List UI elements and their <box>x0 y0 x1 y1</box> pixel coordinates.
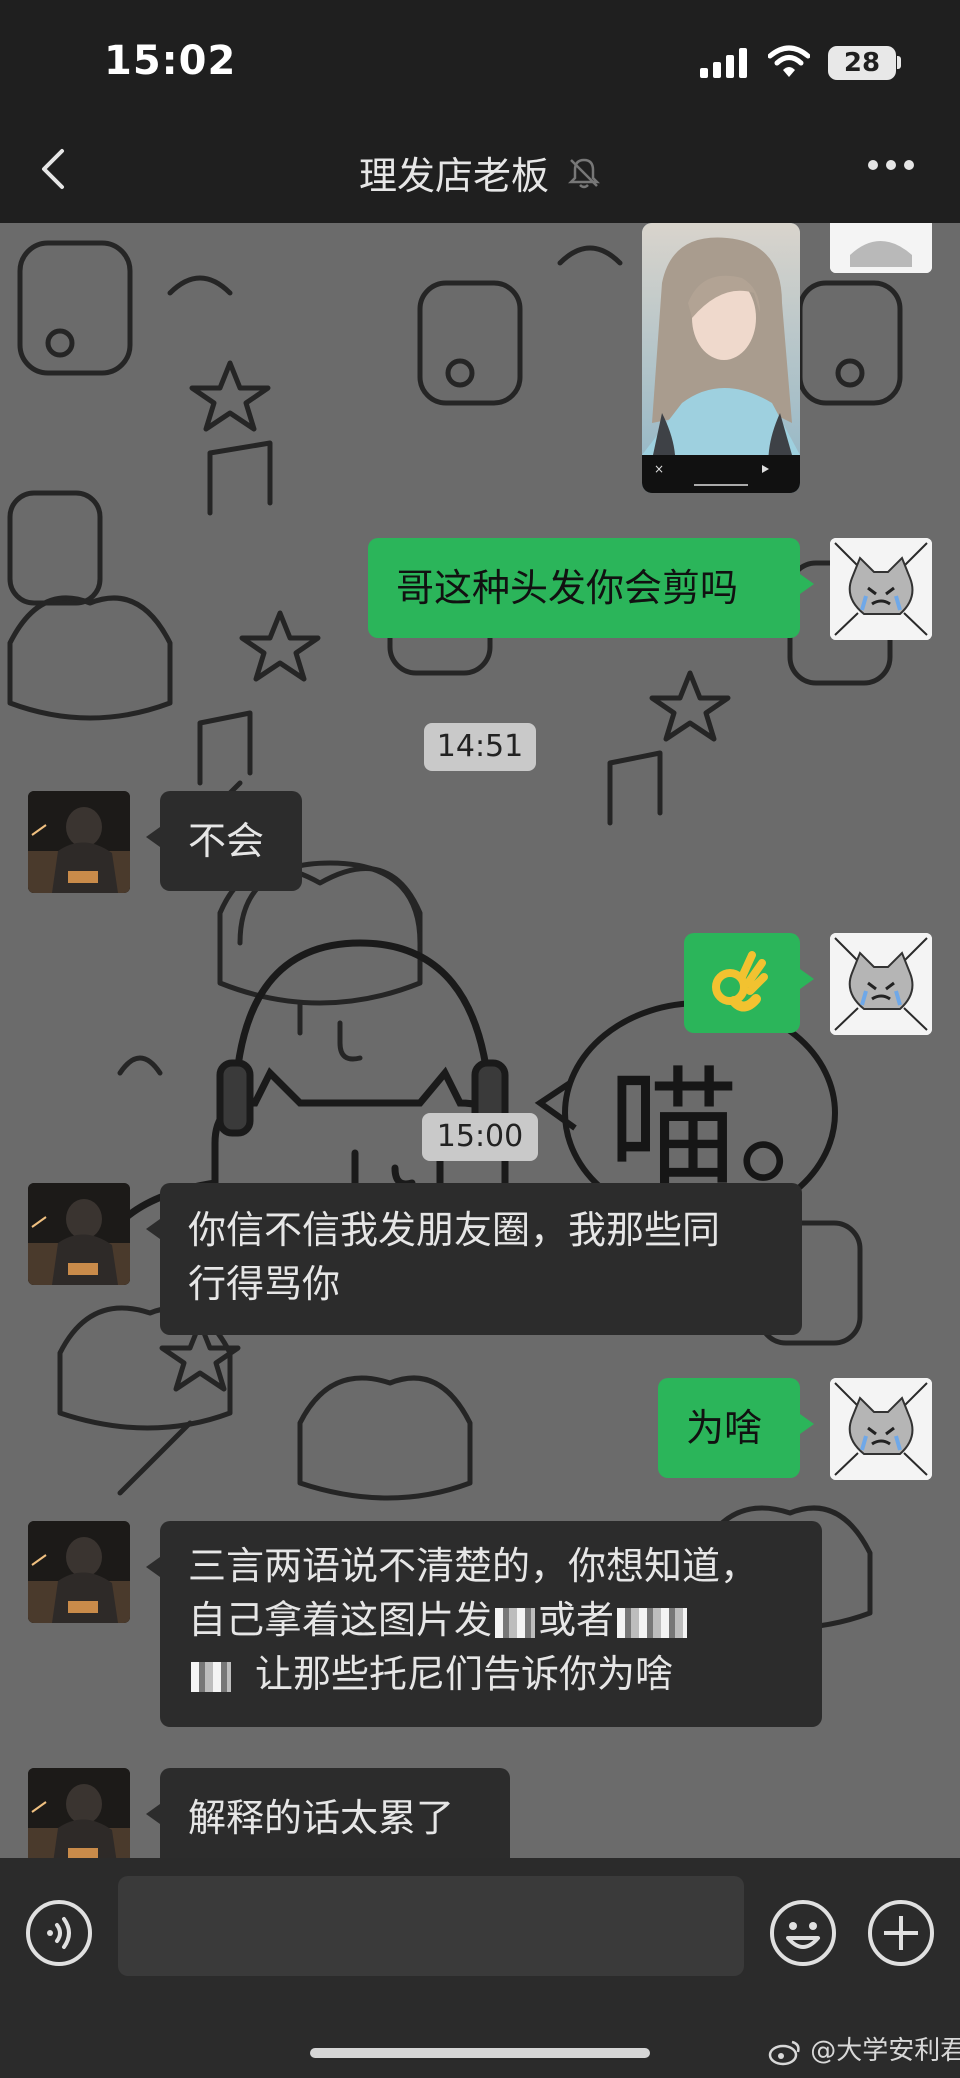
message-text: 解释的话太累了 <box>188 1796 455 1840</box>
redacted-text <box>617 1607 688 1638</box>
redacted-text <box>495 1607 536 1638</box>
self-avatar[interactable] <box>830 933 932 1035</box>
chat-header: 理发店老板 <box>0 115 960 223</box>
contact-photo <box>28 791 130 893</box>
message-text: 让那些托尼们告诉你为啥 <box>255 1652 674 1696</box>
message-text: 为啥 <box>686 1406 763 1450</box>
cat-avatar-icon <box>830 538 932 640</box>
self-avatar[interactable] <box>830 223 932 273</box>
message-timestamp: 14:51 <box>424 723 536 771</box>
weibo-logo-icon <box>768 2040 800 2065</box>
contact-avatar[interactable] <box>28 791 130 893</box>
bell-muted-icon <box>568 158 601 188</box>
message-text: 或者 <box>538 1598 615 1642</box>
wifi-icon <box>768 45 810 77</box>
redacted-text <box>191 1661 231 1692</box>
contact-avatar[interactable] <box>28 1183 130 1285</box>
message-input[interactable] <box>118 1876 744 1976</box>
video-thumbnail: × <box>642 223 800 493</box>
watermark-text: @大学安利君 <box>810 2036 960 2066</box>
status-bar: 15:02 28 <box>0 0 960 115</box>
chat-title[interactable]: 理发店老板 <box>0 145 960 200</box>
home-indicator[interactable] <box>310 2048 650 2058</box>
cat-avatar-icon <box>830 1378 932 1480</box>
battery-tip <box>897 56 901 69</box>
svg-text:×: × <box>654 462 664 476</box>
input-bar: @大学安利君 <box>0 1858 960 2078</box>
message-bubble-in[interactable]: 你信不信我发朋友圈，我那些同 行得骂你 <box>146 1183 802 1335</box>
message-text: 不会 <box>188 819 265 863</box>
contact-photo <box>28 1183 130 1285</box>
cat-avatar-icon <box>830 933 932 1035</box>
status-time: 15:02 <box>104 38 237 84</box>
voice-icon[interactable] <box>24 1898 94 1968</box>
meow-text: 喵。 <box>608 1052 868 1204</box>
plus-icon[interactable] <box>866 1898 936 1968</box>
watermark: @大学安利君 <box>768 2030 960 2067</box>
contact-photo <box>28 1768 130 1858</box>
contact-avatar[interactable] <box>28 1521 130 1623</box>
emoji-icon[interactable] <box>768 1898 838 1968</box>
message-bubble-in[interactable]: 解释的话太累了 <box>146 1768 510 1858</box>
message-line: 自己拿着这图片发 或者 <box>188 1593 794 1647</box>
more-icon[interactable] <box>866 155 916 175</box>
message-text: 自己拿着这图片发 <box>188 1598 493 1642</box>
message-bubble-in[interactable]: 不会 <box>146 791 302 891</box>
self-avatar[interactable] <box>830 538 932 640</box>
message-timestamp: 15:00 <box>422 1113 538 1161</box>
message-bubble-out[interactable] <box>684 933 814 1033</box>
message-bubble-in[interactable]: 三言两语说不清楚的，你想知道， 自己拿着这图片发 或者 让那些托尼们告诉你为啥 <box>146 1521 822 1727</box>
message-line: 让那些托尼们告诉你为啥 <box>188 1647 794 1701</box>
message-bubble-out[interactable]: 为啥 <box>658 1378 814 1478</box>
contact-avatar[interactable] <box>28 1768 130 1858</box>
battery-level: 28 <box>828 46 896 80</box>
message-line: 三言两语说不清楚的，你想知道， <box>188 1544 759 1588</box>
message-text: 哥这种头发你会剪吗 <box>396 566 739 610</box>
ok-hand-icon <box>712 951 768 1012</box>
chat-area[interactable]: 喵。 × 哥这种头发你会剪吗 14:51 不会 15:00 你信不信我发朋友圈，… <box>0 223 960 1858</box>
message-line: 行得骂你 <box>188 1262 341 1306</box>
message-line: 你信不信我发朋友圈，我那些同 <box>188 1208 721 1252</box>
chat-title-text: 理发店老板 <box>358 154 549 198</box>
message-bubble-out[interactable]: 哥这种头发你会剪吗 <box>368 538 814 638</box>
video-message[interactable]: × <box>642 223 800 493</box>
self-avatar[interactable] <box>830 1378 932 1480</box>
contact-photo <box>28 1521 130 1623</box>
cellular-signal-icon <box>700 48 747 78</box>
